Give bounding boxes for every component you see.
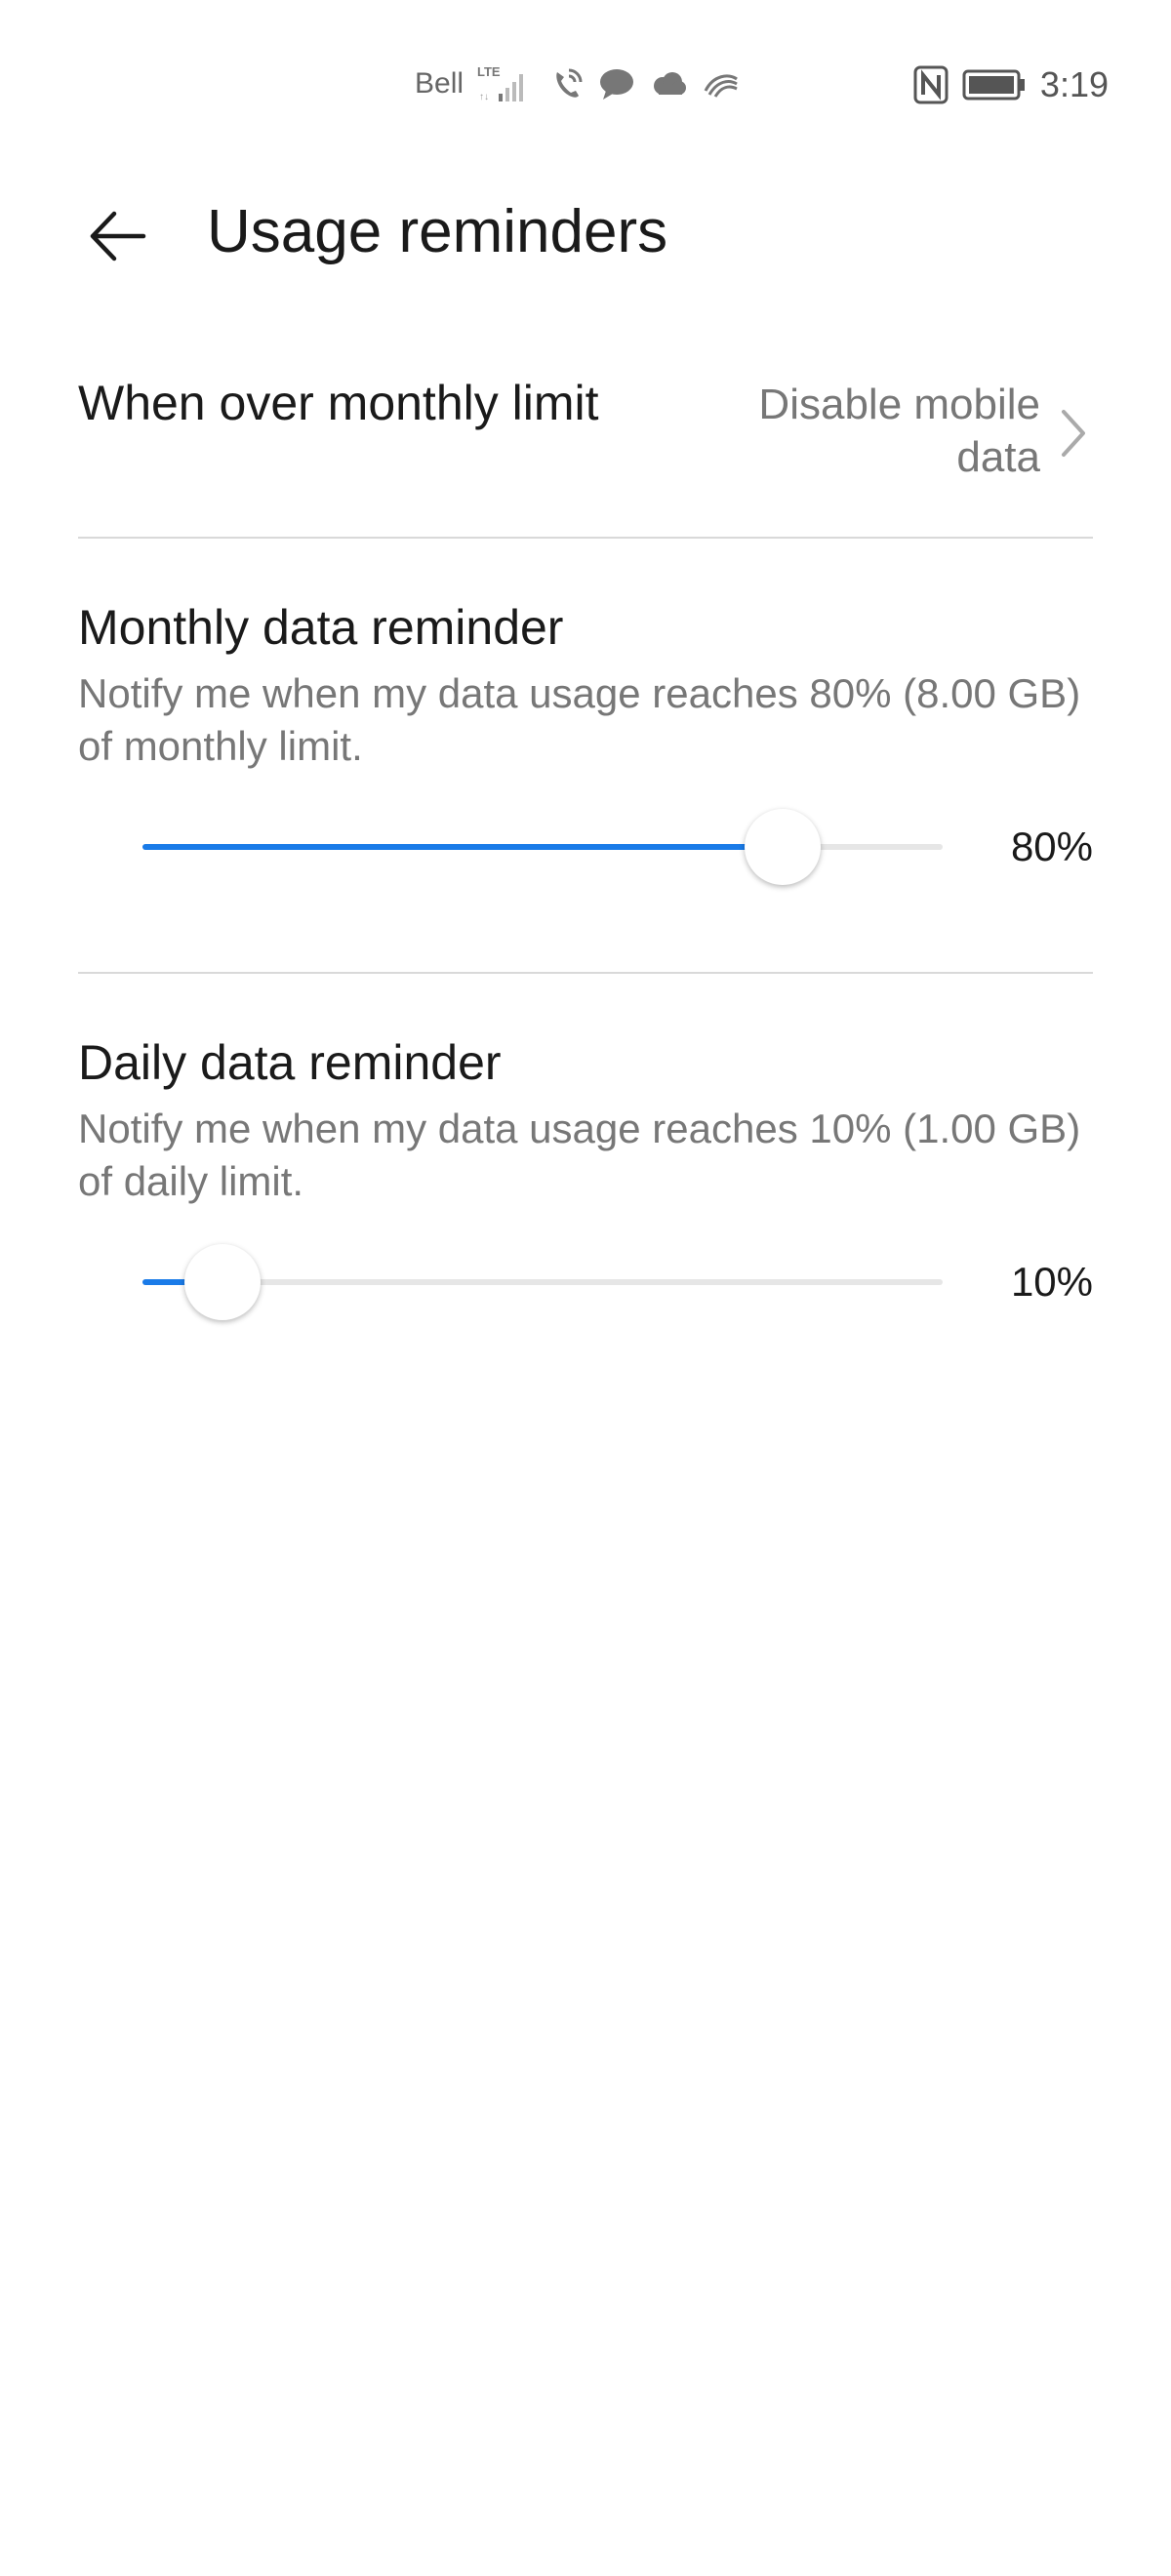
svg-text:LTE: LTE: [477, 64, 501, 79]
back-arrow-icon: [90, 211, 146, 262]
monthly-reminder-title: Monthly data reminder: [78, 600, 564, 655]
battery-icon: [962, 69, 1027, 101]
over-limit-value: Disable mobile data: [758, 381, 1040, 481]
swiftkey-icon: [702, 69, 741, 99]
monthly-reminder-slider-row: 80%: [78, 808, 1093, 886]
monthly-slider-fill: [142, 844, 783, 850]
status-center-icons: Bell LTE ↑↓: [415, 64, 741, 103]
daily-slider[interactable]: [142, 1244, 943, 1320]
daily-reminder-slider-row: 10%: [78, 1243, 1093, 1321]
monthly-slider-value: 80%: [1010, 824, 1093, 869]
signal-icon: LTE ↑↓: [477, 64, 538, 103]
daily-slider-value: 10%: [1010, 1259, 1093, 1305]
daily-slider-thumb[interactable]: [184, 1244, 261, 1320]
daily-reminder-title: Daily data reminder: [78, 1035, 502, 1090]
status-bar: Bell LTE ↑↓ 3:19: [0, 0, 1171, 176]
over-limit-action-row[interactable]: When over monthly limit Disable mobile d…: [78, 351, 1093, 517]
monthly-reminder-section: Monthly data reminder Notify me when my …: [78, 597, 1093, 886]
monthly-slider[interactable]: [142, 809, 943, 885]
back-button[interactable]: [70, 189, 164, 283]
clock: 3:19: [1039, 64, 1109, 104]
carrier-label: Bell: [415, 67, 464, 100]
chevron-right-icon: [1062, 410, 1085, 457]
divider: [78, 972, 1093, 974]
status-right-icons: 3:19: [913, 64, 1109, 105]
svg-text:↑↓: ↑↓: [479, 92, 489, 102]
cloud-icon: [649, 70, 688, 98]
divider: [78, 537, 1093, 539]
daily-reminder-section: Daily data reminder Notify me when my da…: [78, 1032, 1093, 1321]
app-bar: Usage reminders: [0, 176, 1171, 283]
daily-reminder-description: Notify me when my data usage reaches 10%…: [78, 1106, 1081, 1204]
monthly-slider-thumb[interactable]: [745, 809, 821, 885]
page-title: Usage reminders: [207, 198, 668, 265]
message-icon: [598, 67, 635, 101]
over-limit-label: When over monthly limit: [78, 376, 599, 430]
nfc-icon: [913, 65, 949, 104]
monthly-reminder-description: Notify me when my data usage reaches 80%…: [78, 670, 1081, 769]
wifi-calling-icon: [551, 66, 585, 101]
